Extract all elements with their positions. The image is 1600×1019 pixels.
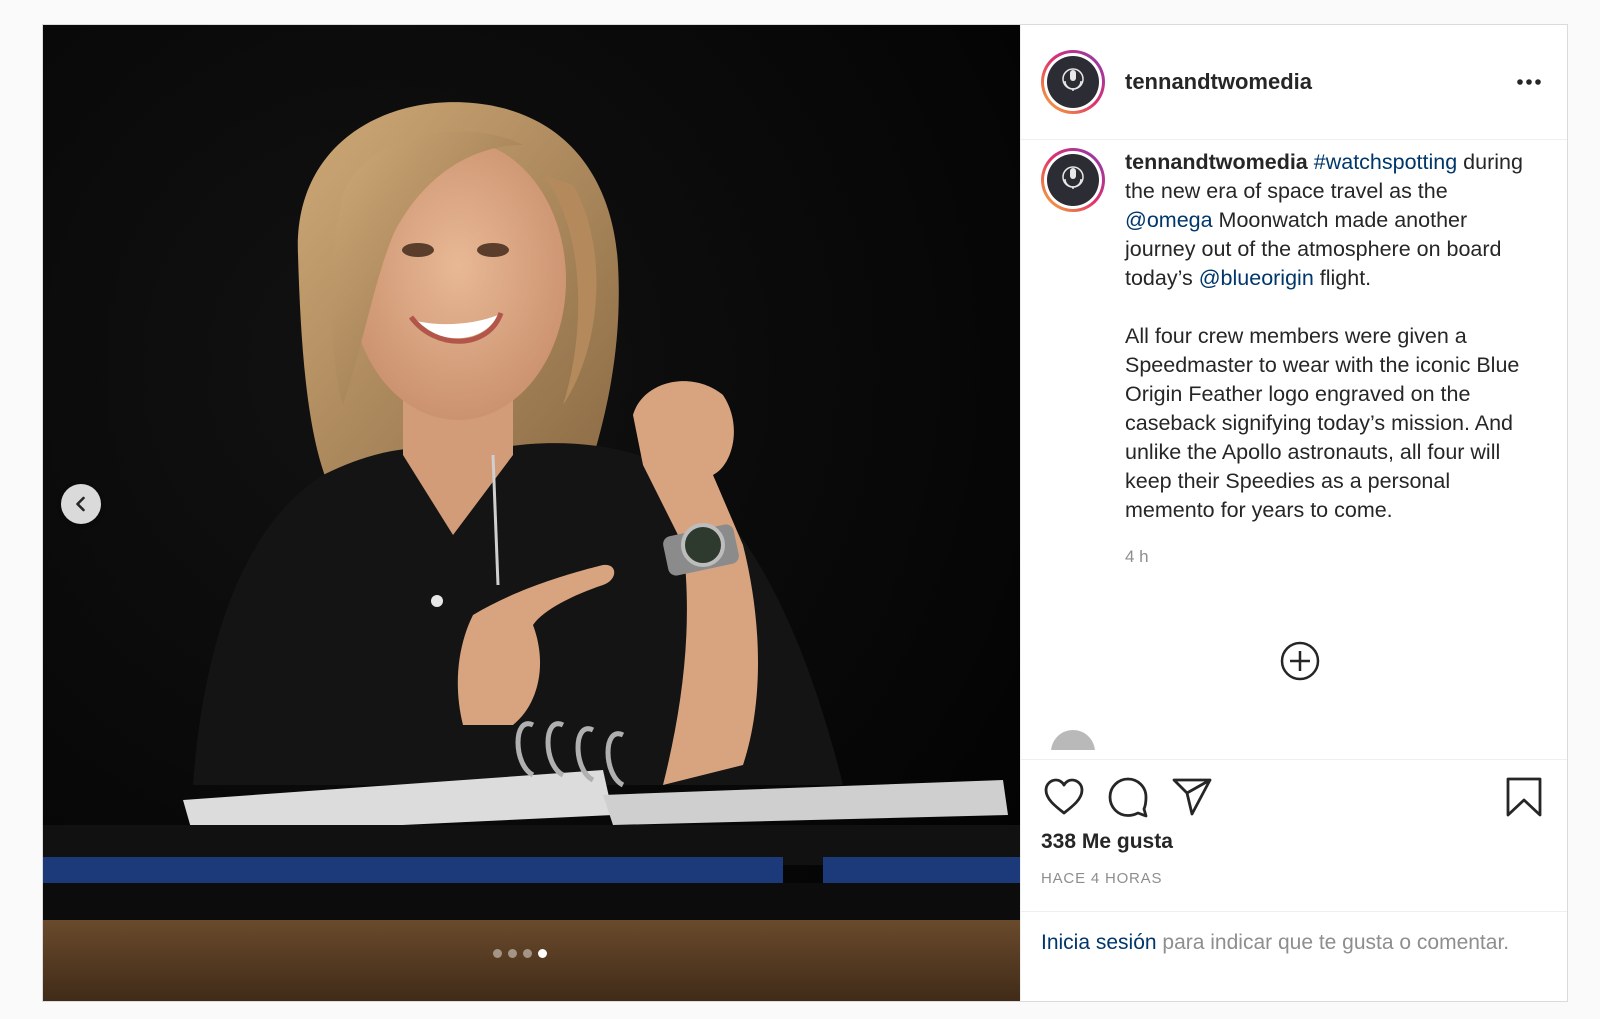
post-media[interactable] — [43, 25, 1020, 1001]
caption-text: flight. — [1313, 266, 1372, 290]
plus-circle-icon[interactable] — [1279, 640, 1321, 682]
likes-count[interactable]: 338 Me gusta — [1041, 830, 1547, 854]
post-date[interactable]: HACE 4 HORAS — [1041, 870, 1547, 887]
carousel-dot — [493, 949, 502, 958]
carousel-prev-button[interactable] — [61, 484, 101, 524]
hashtag-link[interactable]: #watchspotting — [1314, 150, 1457, 174]
post-photo — [43, 25, 1020, 1001]
avatar[interactable] — [1041, 50, 1105, 114]
carousel-dot — [523, 949, 532, 958]
carousel-dot-active — [538, 949, 547, 958]
login-prompt: Inicia sesión para indicar que te gusta … — [1021, 911, 1567, 1001]
microphone-logo-icon — [1062, 166, 1084, 189]
action-bar — [1041, 774, 1547, 820]
caption-comment: tennandtwomedia #watchspotting during th… — [1041, 148, 1547, 571]
post-caption: tennandtwomedia #watchspotting during th… — [1125, 148, 1535, 571]
login-link[interactable]: Inicia sesión — [1041, 931, 1157, 954]
post-actions: 338 Me gusta HACE 4 HORAS — [1021, 759, 1567, 911]
share-button[interactable] — [1169, 774, 1215, 820]
instagram-post: tennandtwomedia tennandtwomedia #watchsp… — [42, 24, 1568, 1002]
avatar-logo — [1047, 56, 1099, 108]
caption-paragraph-2: All four crew members were given a Speed… — [1125, 324, 1520, 522]
bookmark-icon — [1506, 777, 1542, 817]
login-prompt-text: para indicar que te gusta o comentar. — [1156, 931, 1510, 954]
heart-icon — [1044, 778, 1084, 815]
post-author-username[interactable]: tennandtwomedia — [1125, 69, 1511, 95]
carousel-indicator — [493, 949, 547, 958]
comment-button[interactable] — [1105, 774, 1151, 820]
next-comment-avatar — [1041, 730, 1105, 750]
more-options-button[interactable] — [1511, 67, 1547, 97]
mention-blueorigin-link[interactable]: @blueorigin — [1199, 266, 1314, 290]
carousel-dot — [508, 949, 517, 958]
post-side-panel: tennandtwomedia tennandtwomedia #watchsp… — [1020, 25, 1567, 1001]
caption-avatar[interactable] — [1041, 148, 1105, 212]
comments-section[interactable]: tennandtwomedia #watchspotting during th… — [1021, 140, 1567, 759]
chevron-left-icon — [76, 496, 85, 512]
comment-icon — [1108, 777, 1148, 818]
caption-username[interactable]: tennandtwomedia — [1125, 150, 1308, 174]
mention-omega-link[interactable]: @omega — [1125, 208, 1213, 232]
post-header: tennandtwomedia — [1021, 25, 1567, 140]
like-button[interactable] — [1041, 774, 1087, 820]
paper-plane-icon — [1172, 778, 1212, 816]
caption-timestamp[interactable]: 4 h — [1125, 542, 1535, 571]
save-button[interactable] — [1501, 774, 1547, 820]
microphone-logo-icon — [1062, 68, 1084, 91]
more-horizontal-icon — [1517, 79, 1541, 85]
